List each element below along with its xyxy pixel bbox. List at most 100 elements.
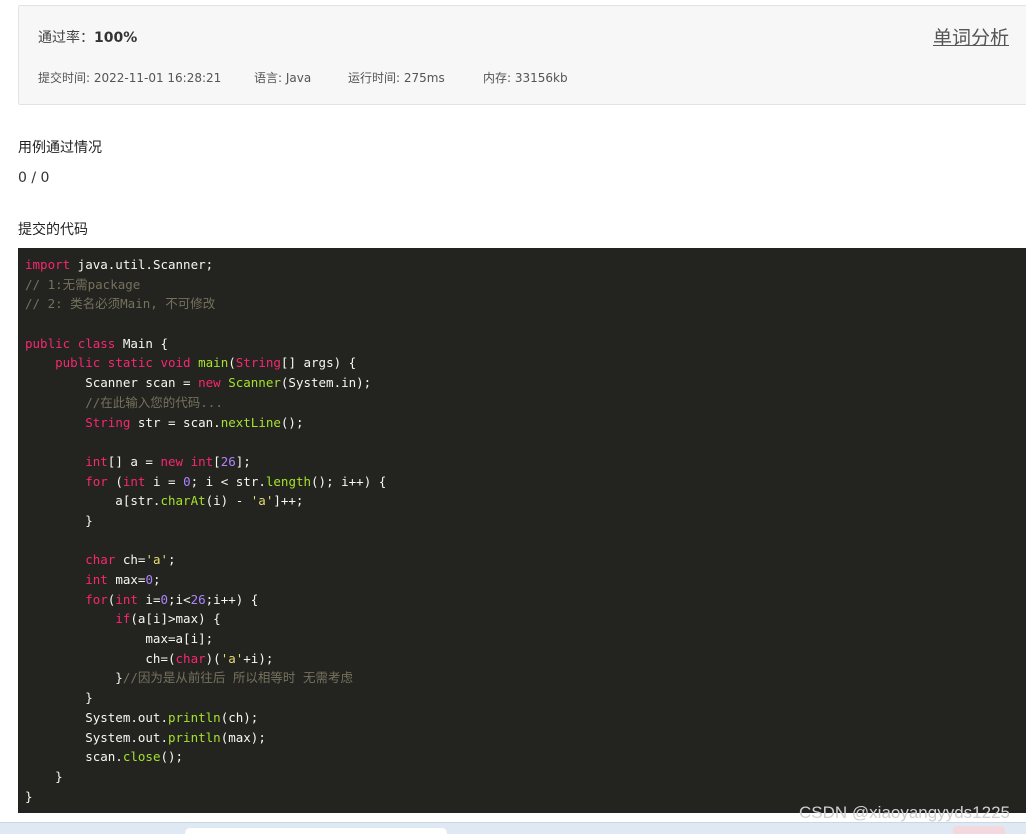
code-token: } <box>25 670 123 686</box>
code-token: char <box>175 650 206 666</box>
code-token: ;i< <box>168 591 191 607</box>
code-token: println <box>168 729 221 745</box>
code-token: String <box>85 414 131 430</box>
code-token: (ch); <box>220 709 259 725</box>
code-token: (max); <box>220 729 266 745</box>
code-line: Scanner scan = new Scanner(System.in); <box>18 373 1026 393</box>
code-token: Main { <box>115 335 169 351</box>
code-line: import java.util.Scanner; <box>18 255 1026 275</box>
word-analysis-link[interactable]: 单词分析 <box>933 23 1009 50</box>
code-token: } <box>25 788 33 804</box>
code-token: new <box>198 375 221 391</box>
code-line: scan.close(); <box>18 747 1026 767</box>
code-line: max=a[i]; <box>18 629 1026 649</box>
language: 语言: Java <box>254 71 312 85</box>
code-token: static <box>107 355 153 371</box>
code-line: for(int i=0;i<26;i++) { <box>18 590 1026 610</box>
code-token: ; <box>152 572 161 587</box>
code-token: if <box>115 611 131 627</box>
code-token: ]++; <box>273 493 304 509</box>
code-token: (System.in); <box>280 375 372 391</box>
code-line: for (int i = 0; i < str.length(); i++) { <box>18 472 1026 492</box>
code-token: ; i < str. <box>190 473 266 489</box>
code-token: String <box>235 355 281 371</box>
code-line: System.out.println(ch); <box>18 708 1026 728</box>
pass-rate: 通过率：100% <box>38 27 137 47</box>
code-token: 0 <box>183 473 191 489</box>
code-line: public class Main { <box>18 334 1026 354</box>
code-line: //在此输入您的代码... <box>18 393 1026 413</box>
code-token: int <box>115 591 138 607</box>
code-token: ch= <box>115 552 146 568</box>
code-block[interactable]: import java.util.Scanner;// 1:无需package /… <box>18 248 1026 813</box>
code-token: 'a' <box>220 650 244 666</box>
pass-rate-label: 通过率： <box>38 30 94 46</box>
code-token: (); i++) { <box>311 473 387 489</box>
code-token: //在此输入您的代码... <box>85 394 223 410</box>
code-line: } <box>18 688 1026 708</box>
code-token: System.out. <box>25 729 168 745</box>
code-token: ch=( <box>25 650 176 666</box>
code-token: (i) - <box>205 493 251 509</box>
code-token: int <box>85 453 108 469</box>
code-token: for <box>85 473 108 489</box>
code-token: i= <box>137 591 161 607</box>
code-line: System.out.println(max); <box>18 728 1026 748</box>
code-token: close <box>122 749 161 765</box>
code-token: 26 <box>190 591 206 607</box>
taskbar-chip <box>953 826 1005 834</box>
taskbar-strip <box>0 822 1026 834</box>
code-token: void <box>160 355 191 371</box>
code-token: +i); <box>243 650 274 666</box>
code-token: } <box>25 512 93 528</box>
code-token: class <box>77 335 116 351</box>
code-token: 'a' <box>145 552 169 568</box>
code-token: [] a = <box>107 453 161 469</box>
code-token: charAt <box>160 493 206 509</box>
code-token: main <box>198 355 229 371</box>
code-token: str = scan. <box>130 414 221 430</box>
code-token: new <box>160 453 184 469</box>
code-token: Scanner scan = <box>25 375 199 391</box>
code-line: public static void main(String[] args) { <box>18 353 1026 373</box>
test-cases-count: 0 / 0 <box>18 170 50 186</box>
code-line: if(a[i]>max) { <box>18 609 1026 629</box>
submitted-code-title: 提交的代码 <box>18 222 88 238</box>
code-line: ch=(char)('a'+i); <box>18 649 1026 669</box>
code-line: // 1:无需package <box>18 275 1026 295</box>
code-token: ;i++) { <box>205 591 259 607</box>
code-token: max=a[i]; <box>25 631 214 647</box>
code-line: char ch='a'; <box>18 550 1026 570</box>
code-token: // 1:无需package <box>25 276 141 292</box>
code-line: a[str.charAt(i) - 'a']++; <box>18 491 1026 511</box>
code-token: } <box>25 690 93 706</box>
code-token: ( <box>228 355 236 371</box>
code-token: //因为是从前往后 所以相等时 无需考虑 <box>122 670 353 686</box>
memory-usage: 内存: 33156kb <box>483 71 568 85</box>
code-token: scan. <box>25 749 123 765</box>
code-token: nextLine <box>220 414 281 430</box>
code-line: }//因为是从前往后 所以相等时 无需考虑 <box>18 668 1026 688</box>
code-token: java.util.Scanner; <box>70 257 214 272</box>
code-token: for <box>85 591 108 607</box>
code-token: System.out. <box>25 709 168 725</box>
runtime: 运行时间: 275ms <box>348 71 445 85</box>
code-token: println <box>168 709 221 725</box>
submission-detail-page: 通过率：100% 单词分析 提交时间: 2022-11-01 16:28:21 … <box>0 0 1026 834</box>
code-token: )( <box>205 650 221 666</box>
code-token: int <box>85 572 108 587</box>
code-token: import <box>25 257 71 272</box>
code-token: length <box>265 473 312 489</box>
